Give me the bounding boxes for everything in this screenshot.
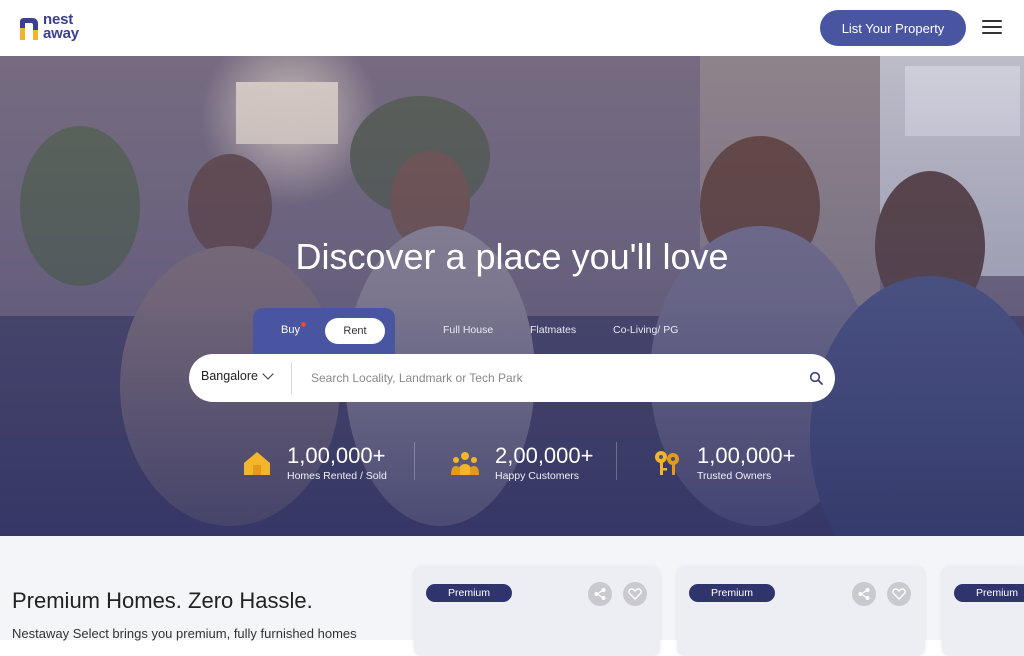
- section-title: Premium Homes. Zero Hassle.: [12, 588, 313, 613]
- buy-indicator-dot: [301, 322, 306, 327]
- tab-full-house[interactable]: Full House: [443, 324, 493, 336]
- stat-customers-value: 2,00,000+: [495, 443, 594, 468]
- tab-rent[interactable]: Rent: [325, 318, 385, 344]
- search-input[interactable]: [311, 366, 791, 390]
- premium-badge: Premium: [426, 584, 512, 602]
- premium-badge: Premium: [954, 584, 1024, 602]
- share-icon[interactable]: [588, 582, 612, 606]
- stat-divider: [616, 442, 617, 480]
- tab-buy[interactable]: Buy: [281, 324, 300, 336]
- stat-owners-value: 1,00,000+: [697, 443, 796, 468]
- logo-text: nest away: [43, 11, 79, 42]
- stat-owners-label: Trusted Owners: [697, 470, 772, 482]
- list-your-property-button[interactable]: List Your Property: [820, 10, 966, 46]
- keys-icon: [655, 451, 679, 475]
- heart-icon[interactable]: [887, 582, 911, 606]
- stat-owners: 1,00,000+ Trusted Owners: [697, 443, 796, 483]
- hero-title: Discover a place you'll love: [295, 236, 729, 277]
- share-icon[interactable]: [852, 582, 876, 606]
- nestaway-logo[interactable]: nest away: [18, 12, 88, 44]
- top-header: nest away List Your Property: [0, 0, 1024, 56]
- search-bar: Bangalore: [189, 354, 835, 402]
- city-dropdown[interactable]: Bangalore: [201, 368, 274, 383]
- premium-badge: Premium: [689, 584, 775, 602]
- premium-homes-section: Premium Homes. Zero Hassle. Nestaway Sel…: [0, 536, 1024, 656]
- customers-icon: [451, 452, 479, 475]
- property-card[interactable]: Premium: [414, 566, 660, 656]
- stat-homes: 1,00,000+ Homes Rented / Sold: [287, 443, 387, 483]
- hero-banner: Discover a place you'll love Buy Rent Fu…: [0, 56, 1024, 536]
- house-icon: [244, 452, 270, 475]
- stat-customers-label: Happy Customers: [495, 470, 580, 482]
- tab-flatmates[interactable]: Flatmates: [530, 324, 576, 336]
- property-card[interactable]: Premium: [942, 566, 1024, 656]
- search-divider: [291, 362, 292, 394]
- heart-icon[interactable]: [623, 582, 647, 606]
- stat-divider: [414, 442, 415, 480]
- property-card[interactable]: Premium: [677, 566, 925, 656]
- city-dropdown-value: Bangalore: [201, 369, 258, 383]
- tab-co-living-pg[interactable]: Co-Living/ PG: [613, 324, 678, 336]
- stat-homes-label: Homes Rented / Sold: [287, 470, 387, 482]
- logo-mark-icon: [20, 18, 38, 40]
- chevron-down-icon: [262, 368, 274, 380]
- stat-customers: 2,00,000+ Happy Customers: [495, 443, 594, 483]
- stat-homes-value: 1,00,000+: [287, 443, 386, 468]
- section-description: Nestaway Select brings you premium, full…: [12, 626, 357, 641]
- search-icon[interactable]: [809, 371, 823, 385]
- hamburger-menu-icon[interactable]: [982, 20, 1002, 36]
